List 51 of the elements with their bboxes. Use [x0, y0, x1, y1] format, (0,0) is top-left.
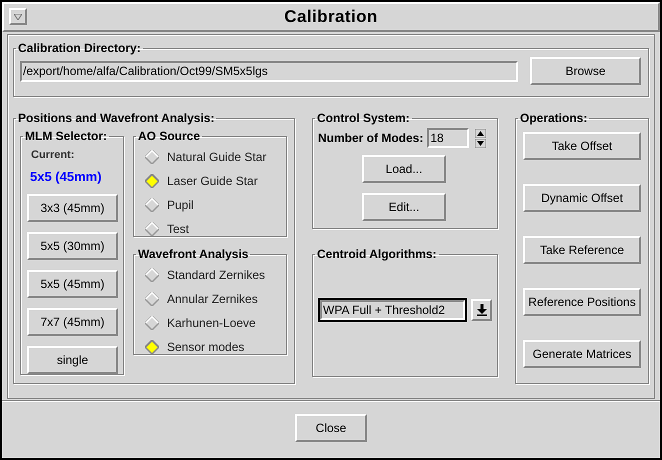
radio-label: Laser Guide Star: [167, 173, 258, 190]
radio-diamond[interactable]: [145, 150, 159, 164]
down-arrow-icon: [475, 138, 486, 148]
control-button[interactable]: Load...: [362, 155, 446, 183]
mlm-button[interactable]: 5x5 (30mm): [27, 232, 118, 260]
group-title: MLM Selector:: [24, 128, 108, 145]
browse-button[interactable]: Browse: [530, 57, 641, 85]
radio-diamond[interactable]: [145, 198, 159, 212]
path-field[interactable]: /export/home/alfa/Calibration/Oct99/SM5x5lgs: [20, 60, 518, 82]
group-title: Positions and Wavefront Analysis:: [17, 110, 216, 127]
group-title: Operations:: [519, 110, 588, 127]
group-title: Calibration Directory:: [17, 40, 142, 57]
mlm-button[interactable]: 3x3 (45mm): [27, 194, 118, 222]
mlm-button[interactable]: single: [27, 346, 118, 374]
radio-label: Natural Guide Star: [167, 149, 266, 166]
radio-diamond[interactable]: [145, 222, 159, 236]
operation-button[interactable]: Take Reference: [523, 236, 641, 264]
current-value: 5x5 (45mm): [30, 168, 102, 186]
operation-button[interactable]: Dynamic Offset: [523, 184, 641, 212]
group-title: AO Source: [137, 128, 202, 145]
mlm-button[interactable]: 5x5 (45mm): [27, 270, 118, 298]
radio-diamond[interactable]: [145, 292, 159, 306]
control-button[interactable]: Edit...: [362, 193, 446, 221]
group-title: Control System:: [316, 110, 411, 127]
radio-label: Sensor modes: [167, 339, 244, 356]
triangle-icon: [14, 14, 22, 20]
mlm-button[interactable]: 7x7 (45mm): [27, 308, 118, 336]
radio-label: Karhunen-Loeve: [167, 315, 256, 332]
radio-diamond[interactable]: [145, 268, 159, 282]
close-button[interactable]: Close: [295, 414, 367, 442]
radio-diamond[interactable]: [145, 316, 159, 330]
modes-field[interactable]: 18: [427, 128, 470, 148]
operation-button[interactable]: Reference Positions: [523, 288, 641, 316]
radio-label: Pupil: [167, 197, 194, 214]
operation-button[interactable]: Take Offset: [523, 132, 641, 160]
download-arrow-icon: [476, 304, 487, 316]
radio-diamond[interactable]: [145, 340, 159, 354]
current-label: Current:: [31, 148, 74, 163]
radio-label: Test: [167, 221, 190, 238]
spin-buttons[interactable]: [475, 128, 486, 148]
radio-label: Standard Zernikes: [167, 267, 266, 284]
radio-diamond[interactable]: [145, 174, 159, 188]
window-title: Calibration: [284, 6, 378, 28]
group-title: Wavefront Analysis: [137, 246, 250, 263]
operation-button[interactable]: Generate Matrices: [523, 340, 641, 368]
radio-label: Annular Zernikes: [167, 291, 258, 308]
group-title: Centroid Algorithms:: [316, 246, 438, 263]
window-menu-button[interactable]: [9, 8, 27, 25]
up-arrow-icon: [475, 128, 486, 138]
dropdown-button[interactable]: [471, 299, 492, 321]
modes-label: Number of Modes:: [318, 130, 424, 147]
